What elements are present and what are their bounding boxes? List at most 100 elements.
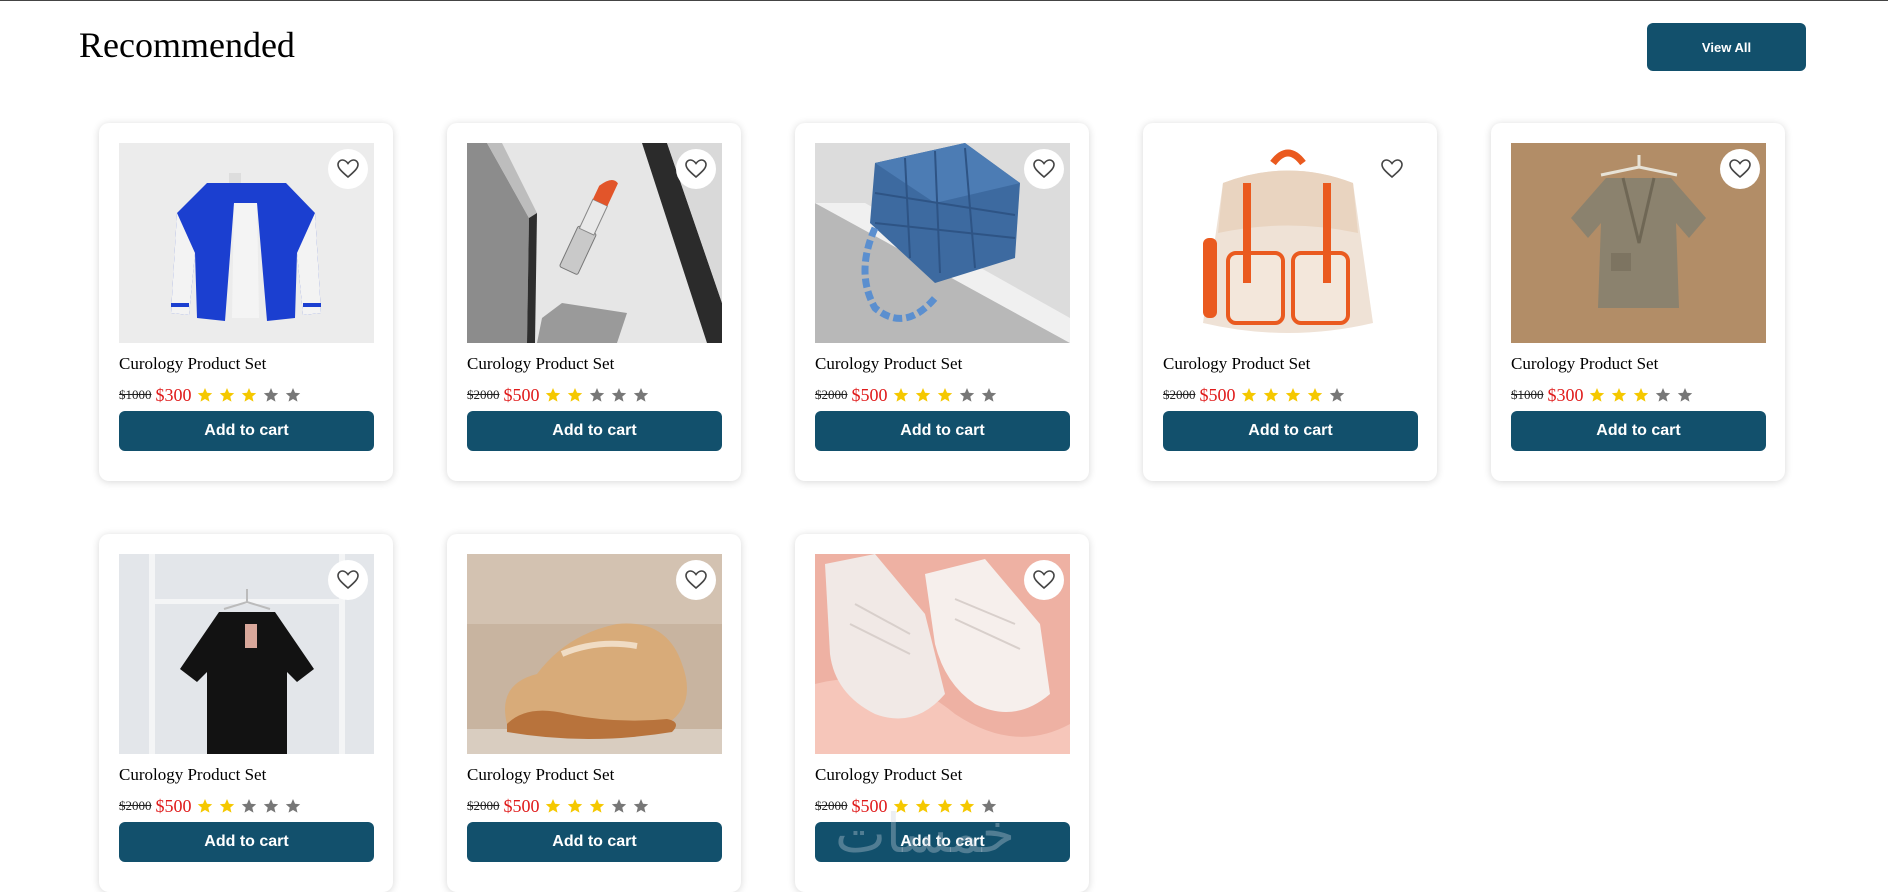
price-row: $2000 $500 [1163,384,1351,406]
star-empty-icon [241,799,256,813]
star-filled-icon [241,388,256,402]
add-to-cart-button[interactable]: Add to cart [119,411,374,451]
wishlist-heart-icon[interactable] [328,149,368,189]
star-filled-icon [567,799,582,813]
rating-stars [545,798,655,814]
product-card[interactable]: Curology Product Set $2000 $500 Add to c… [447,534,741,892]
star-empty-icon [589,388,604,402]
original-price: $1000 [1511,387,1544,402]
star-filled-icon [197,388,212,402]
add-to-cart-button[interactable]: Add to cart [1511,411,1766,451]
product-name[interactable]: Curology Product Set [1163,354,1310,374]
sale-price: $300 [1547,384,1584,405]
star-filled-icon [1633,388,1648,402]
original-price: $2000 [467,387,500,402]
product-image[interactable] [119,143,374,343]
product-card[interactable]: Curology Product Set $2000 $500 Add to c… [99,534,393,892]
product-image[interactable] [1163,143,1418,343]
star-filled-icon [197,799,212,813]
price-row: $2000 $500 [815,384,1003,406]
product-image[interactable] [1511,143,1766,343]
rating-stars [197,387,307,403]
add-to-cart-button[interactable]: Add to cart [815,411,1070,451]
section-title: Recommended [79,25,295,65]
star-filled-icon [589,799,604,813]
star-filled-icon [915,799,930,813]
star-filled-icon [937,799,952,813]
product-name[interactable]: Curology Product Set [467,765,614,785]
product-card[interactable]: Curology Product Set $2000 $500 Add to c… [795,123,1089,481]
star-empty-icon [981,799,996,813]
rating-stars [1241,387,1351,403]
product-image[interactable] [119,554,374,754]
product-image[interactable] [815,554,1070,754]
sale-price: $500 [851,384,888,405]
add-to-cart-button[interactable]: Add to cart [467,411,722,451]
add-to-cart-button[interactable]: Add to cart [1163,411,1418,451]
product-name[interactable]: Curology Product Set [467,354,614,374]
price-row: $2000 $500 [119,795,307,817]
product-name[interactable]: Curology Product Set [1511,354,1658,374]
top-divider [0,0,1888,1]
product-image[interactable] [467,554,722,754]
add-to-cart-button[interactable]: Add to cart [815,822,1070,862]
sale-price: $500 [851,795,888,816]
sale-price: $500 [503,795,540,816]
star-empty-icon [611,388,626,402]
add-to-cart-button[interactable]: Add to cart [467,822,722,862]
star-filled-icon [915,388,930,402]
wishlist-heart-icon[interactable] [1720,149,1760,189]
product-name[interactable]: Curology Product Set [815,354,962,374]
star-filled-icon [567,388,582,402]
original-price: $1000 [119,387,152,402]
wishlist-heart-icon[interactable] [1024,149,1064,189]
original-price: $2000 [119,798,152,813]
original-price: $2000 [815,387,848,402]
star-filled-icon [1285,388,1300,402]
star-filled-icon [219,388,234,402]
product-card[interactable]: Curology Product Set $2000 $500 Add to c… [795,534,1089,892]
wishlist-heart-icon[interactable] [1024,560,1064,600]
wishlist-heart-icon[interactable] [676,149,716,189]
star-empty-icon [959,388,974,402]
star-empty-icon [1677,388,1692,402]
star-filled-icon [893,799,908,813]
product-image[interactable] [815,143,1070,343]
wishlist-heart-icon[interactable] [676,560,716,600]
sale-price: $500 [1199,384,1236,405]
price-row: $2000 $500 [467,795,655,817]
star-empty-icon [1329,388,1344,402]
star-empty-icon [1655,388,1670,402]
star-filled-icon [545,799,560,813]
product-name[interactable]: Curology Product Set [119,354,266,374]
star-filled-icon [1307,388,1322,402]
wishlist-heart-icon[interactable] [328,560,368,600]
product-image[interactable] [467,143,722,343]
view-all-button[interactable]: View All [1647,23,1806,71]
star-empty-icon [263,799,278,813]
product-card[interactable]: Curology Product Set $2000 $500 Add to c… [447,123,741,481]
price-row: $1000 $300 [1511,384,1699,406]
star-filled-icon [1263,388,1278,402]
star-filled-icon [893,388,908,402]
star-empty-icon [285,388,300,402]
star-filled-icon [219,799,234,813]
rating-stars [197,798,307,814]
sale-price: $500 [503,384,540,405]
product-name[interactable]: Curology Product Set [119,765,266,785]
add-to-cart-button[interactable]: Add to cart [119,822,374,862]
price-row: $1000 $300 [119,384,307,406]
star-filled-icon [1589,388,1604,402]
wishlist-heart-icon[interactable] [1372,149,1412,189]
star-empty-icon [633,799,648,813]
price-row: $2000 $500 [815,795,1003,817]
product-card[interactable]: Curology Product Set $2000 $500 Add to c… [1143,123,1437,481]
product-card[interactable]: Curology Product Set $1000 $300 Add to c… [99,123,393,481]
product-name[interactable]: Curology Product Set [815,765,962,785]
star-filled-icon [1611,388,1626,402]
product-card[interactable]: Curology Product Set $1000 $300 Add to c… [1491,123,1785,481]
star-empty-icon [633,388,648,402]
star-filled-icon [1241,388,1256,402]
star-empty-icon [285,799,300,813]
rating-stars [1589,387,1699,403]
